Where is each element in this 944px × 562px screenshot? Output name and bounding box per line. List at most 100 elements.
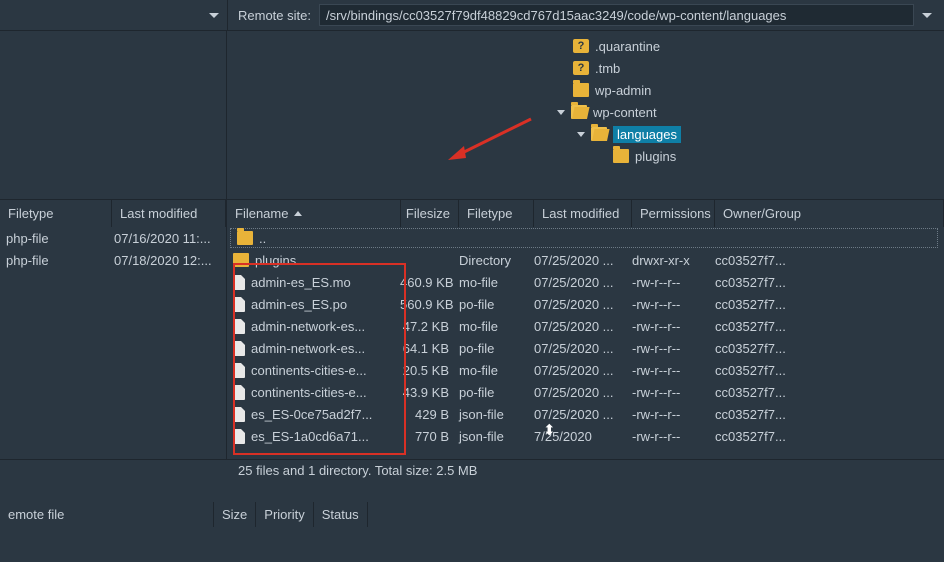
cell-filesize: 64.1 KB xyxy=(400,341,459,356)
parent-dir-row[interactable]: .. xyxy=(230,228,938,248)
tree-node-languages[interactable]: languages xyxy=(227,123,944,145)
cell-filename: admin-network-es... xyxy=(233,341,400,356)
cell-modified: 07/25/2020 ... xyxy=(534,341,632,356)
cell-permissions: -rw-r--r-- xyxy=(632,429,715,444)
folder-icon xyxy=(573,83,589,97)
cell-filename: continents-cities-e... xyxy=(233,363,400,378)
remote-tree-pane[interactable]: ?.quarantine? .tmb wp-admin wp-content langu… xyxy=(227,31,944,199)
remote-site-dropdown[interactable] xyxy=(922,13,932,18)
file-icon xyxy=(233,319,245,334)
cell-filetype: po-file xyxy=(459,385,534,400)
cell-modified: 07/25/2020 ... xyxy=(534,275,632,290)
cell-filetype: json-file xyxy=(459,429,534,444)
cell-filetype: mo-file xyxy=(459,319,534,334)
file-icon xyxy=(233,341,245,356)
cell-modified: 07/25/2020 ... xyxy=(534,253,632,268)
cell-owner: cc03527f7... xyxy=(715,341,805,356)
tree-node-label: plugins xyxy=(635,149,676,164)
cell-permissions: -rw-r--r-- xyxy=(632,319,715,334)
file-icon xyxy=(233,407,245,422)
local-file-row[interactable]: php-file07/18/2020 12:... xyxy=(0,249,226,271)
cell-filetype: po-file xyxy=(459,297,534,312)
folder-icon xyxy=(233,253,249,267)
tree-node-label: languages xyxy=(613,126,681,143)
cell-modified: 07/25/2020 ... xyxy=(534,385,632,400)
cell-permissions: -rw-r--r-- xyxy=(632,407,715,422)
cell-filesize: 770 B xyxy=(400,429,459,444)
remote-file-row[interactable]: plugins Directory07/25/2020 ...drwxr-xr-x… xyxy=(227,249,944,271)
col-priority[interactable]: Priority xyxy=(256,502,313,527)
remote-file-row[interactable]: admin-network-es...64.1 KBpo-file07/25/2… xyxy=(227,337,944,359)
file-icon xyxy=(233,275,245,290)
tree-node--quarantine[interactable]: ?.quarantine xyxy=(227,35,944,57)
cell-filesize: 43.9 KB xyxy=(400,385,459,400)
cell-filetype: php-file xyxy=(6,253,114,268)
cell-owner: cc03527f7... xyxy=(715,253,805,268)
expander-icon[interactable] xyxy=(557,110,565,115)
remote-file-row[interactable]: continents-cities-e...20.5 KBmo-file07/2… xyxy=(227,359,944,381)
cell-permissions: -rw-r--r-- xyxy=(632,341,715,356)
cell-filesize: 560.9 KB xyxy=(400,297,459,312)
remote-file-row[interactable]: es_ES-1a0cd6a71...770 Bjson-file7/25/202… xyxy=(227,425,944,447)
col-modified-local[interactable]: Last modified xyxy=(112,200,226,227)
file-icon xyxy=(233,363,245,378)
cell-modified: 07/18/2020 12:... xyxy=(114,253,218,268)
cell-owner: cc03527f7... xyxy=(715,407,805,422)
remote-file-row[interactable]: admin-es_ES.mo460.9 KBmo-file07/25/2020 … xyxy=(227,271,944,293)
folder-icon xyxy=(613,149,629,163)
cell-filename: plugins xyxy=(233,253,400,268)
col-permissions[interactable]: Permissions xyxy=(632,200,715,227)
remote-file-row[interactable]: admin-es_ES.po560.9 KBpo-file07/25/2020 … xyxy=(227,293,944,315)
remote-path-input[interactable] xyxy=(319,4,914,26)
col-size[interactable]: Size xyxy=(214,502,256,527)
cell-modified: 07/25/2020 ... xyxy=(534,319,632,334)
cell-filetype: Directory xyxy=(459,253,534,268)
cell-modified: 07/25/2020 ... xyxy=(534,363,632,378)
local-file-list[interactable]: php-file07/16/2020 11:...php-file07/18/2… xyxy=(0,227,227,459)
col-filetype[interactable]: Filetype xyxy=(459,200,534,227)
cell-owner: cc03527f7... xyxy=(715,429,805,444)
col-remote-file[interactable]: emote file xyxy=(0,502,214,527)
cell-filename: es_ES-0ce75ad2f7... xyxy=(233,407,400,422)
col-owner[interactable]: Owner/Group xyxy=(715,200,944,227)
expander-icon[interactable] xyxy=(577,132,585,137)
cell-filesize: 460.9 KB xyxy=(400,275,459,290)
tree-node-label: wp-admin xyxy=(595,83,651,98)
sort-asc-icon xyxy=(294,211,302,216)
col-status[interactable]: Status xyxy=(314,502,368,527)
cell-owner: cc03527f7... xyxy=(715,319,805,334)
tree-node-label: wp-content xyxy=(593,105,657,120)
cell-permissions: -rw-r--r-- xyxy=(632,275,715,290)
tree-node-label: .tmb xyxy=(595,61,620,76)
cell-filetype: php-file xyxy=(6,231,114,246)
cell-permissions: -rw-r--r-- xyxy=(632,385,715,400)
remote-file-list[interactable]: .. pluginsDirectory07/25/2020 ...drwxr-x… xyxy=(227,227,944,459)
tree-node-wp-content[interactable]: wp-content xyxy=(227,101,944,123)
cell-filename: admin-es_ES.mo xyxy=(233,275,400,290)
remote-site-label: Remote site: xyxy=(238,8,311,23)
file-icon xyxy=(233,429,245,444)
col-filename[interactable]: Filename xyxy=(227,200,401,227)
col-modified[interactable]: Last modified xyxy=(534,200,632,227)
remote-file-row[interactable]: admin-network-es...47.2 KBmo-file07/25/2… xyxy=(227,315,944,337)
tree-node-wp-admin[interactable]: wp-admin xyxy=(227,79,944,101)
cell-permissions: -rw-r--r-- xyxy=(632,363,715,378)
local-tree-pane[interactable] xyxy=(0,31,227,199)
col-filesize[interactable]: Filesize xyxy=(401,200,459,227)
folder-open-icon xyxy=(571,105,587,119)
remote-file-row[interactable]: es_ES-0ce75ad2f7...429 Bjson-file07/25/2… xyxy=(227,403,944,425)
tree-node-plugins[interactable]: plugins xyxy=(227,145,944,167)
unknown-folder-icon: ? xyxy=(573,61,589,75)
remote-file-row[interactable]: continents-cities-e...43.9 KBpo-file07/2… xyxy=(227,381,944,403)
file-icon xyxy=(233,297,245,312)
cell-permissions: drwxr-xr-x xyxy=(632,253,715,268)
cell-filename: admin-es_ES.po xyxy=(233,297,400,312)
tree-node-label: .quarantine xyxy=(595,39,660,54)
cell-filesize: 47.2 KB xyxy=(400,319,459,334)
local-file-row[interactable]: php-file07/16/2020 11:... xyxy=(0,227,226,249)
tree-node--tmb[interactable]: ? .tmb xyxy=(227,57,944,79)
col-filetype-local[interactable]: Filetype xyxy=(0,200,112,227)
local-site-dropdown[interactable] xyxy=(209,13,219,18)
cell-owner: cc03527f7... xyxy=(715,363,805,378)
cell-owner: cc03527f7... xyxy=(715,385,805,400)
